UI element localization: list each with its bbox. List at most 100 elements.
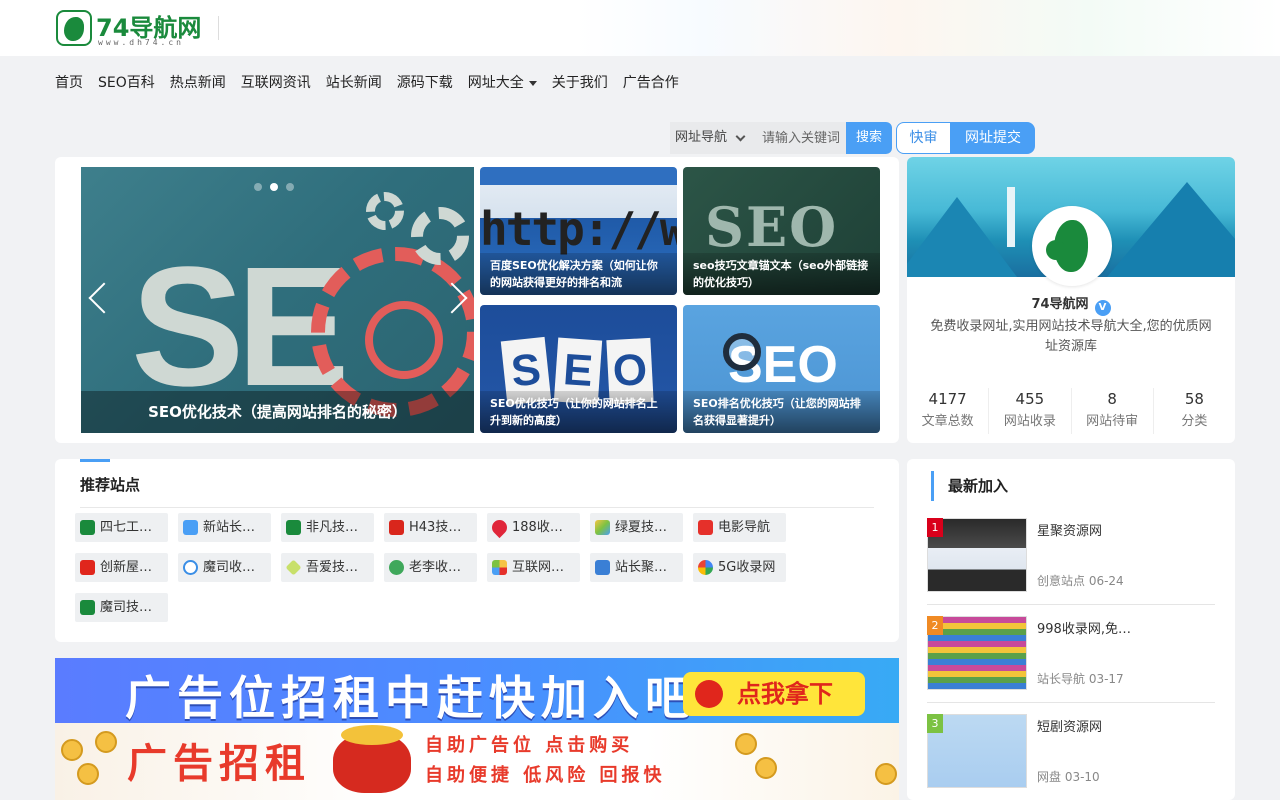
list-item-meta: 创意站点 06-24: [1037, 574, 1124, 588]
site-link[interactable]: 绿夏技…: [590, 513, 683, 542]
coin-icon: [61, 739, 83, 761]
featured-thumb[interactable]: SEO SEO排名优化技巧（让您的网站排名获得显著提升）: [683, 305, 880, 433]
slider-dot-active[interactable]: [270, 183, 278, 191]
list-item[interactable]: 3 短剧资源网 网盘 03-10: [927, 714, 1215, 800]
site-label: 魔司技…: [100, 600, 153, 615]
site-link[interactable]: 魔司收…: [178, 553, 271, 582]
latest-added-card: 最新加入 1 星聚资源网 创意站点 06-24 2 998收录网,免… 站长导航…: [907, 459, 1235, 800]
google-icon: [698, 560, 713, 575]
site-link[interactable]: 站长聚…: [590, 553, 683, 582]
list-item[interactable]: 1 星聚资源网 创意站点 06-24: [927, 518, 1215, 616]
site-link[interactable]: 创新屋…: [75, 553, 168, 582]
stat-value: 58: [1184, 390, 1204, 408]
site-logo[interactable]: 74导航网 www.dh74.cn: [56, 8, 206, 50]
slider-dot[interactable]: [254, 183, 262, 191]
chevron-down-icon: [528, 80, 537, 86]
nav-item-webmaster-news[interactable]: 站长新闻: [326, 70, 382, 96]
site-label: 新站长…: [203, 520, 256, 535]
search-button[interactable]: 搜索: [846, 122, 892, 154]
search-category-select[interactable]: 网址导航: [670, 122, 750, 154]
featured-thumb[interactable]: S E O SEO优化技巧（让你的网站排名上升到新的高度）: [480, 305, 677, 433]
banner-lighthouse: [1007, 187, 1015, 247]
stat-categories: 58 分类: [1154, 388, 1235, 434]
section-title: 推荐站点: [80, 476, 141, 494]
ad-banner-line: 自助广告位 点击购买: [425, 735, 634, 756]
rank-badge: 2: [927, 616, 943, 635]
nav-item-source-download[interactable]: 源码下载: [397, 70, 453, 96]
stat-label: 网站待审: [1086, 414, 1139, 429]
blue-nav-icon: [595, 560, 610, 575]
list-item-meta: 站长导航 03-17: [1037, 672, 1124, 686]
divider: [80, 507, 874, 508]
site-label: 站长聚…: [615, 560, 668, 575]
site-link[interactable]: H43技…: [384, 513, 477, 542]
profile-name: 74导航网 V: [907, 293, 1235, 316]
thumb-caption: SEO排名优化技巧（让您的网站排名获得显著提升）: [683, 391, 880, 433]
nav-item-site-directory[interactable]: 网址大全: [468, 70, 537, 96]
stat-label: 网站收录: [1003, 414, 1056, 429]
coin-icon: [875, 763, 897, 785]
slider-dots: [254, 183, 294, 191]
recommended-sites-card: 推荐站点 四七工… 新站长… 非凡技… H43技… 188收… 绿夏技… 电影导…: [55, 459, 899, 642]
site-label: H43技…: [409, 520, 462, 535]
list-item-title[interactable]: 998收录网,免…: [1037, 618, 1131, 637]
logo-leaf-icon: [56, 10, 92, 46]
featured-thumb[interactable]: SEO seo技巧文章锚文本（seo外部链接的优化技巧）: [683, 167, 880, 295]
circle-arrows-icon: [183, 560, 198, 575]
red-h-icon: [389, 520, 404, 535]
site-link[interactable]: 5G收录网: [693, 553, 786, 582]
search-category-value: 网址导航: [675, 130, 728, 145]
avatar[interactable]: [1032, 206, 1112, 286]
list-item[interactable]: 2 998收录网,免… 站长导航 03-17: [927, 616, 1215, 714]
site-link[interactable]: 新站长…: [178, 513, 271, 542]
nav-item-seo-wiki[interactable]: SEO百科: [98, 70, 155, 96]
nav-item-ads[interactable]: 广告合作: [623, 70, 679, 96]
search-input[interactable]: [750, 122, 846, 154]
site-link[interactable]: 四七工…: [75, 513, 168, 542]
ad-claim-button[interactable]: 点我拿下: [683, 672, 865, 716]
site-link[interactable]: 188收…: [487, 513, 580, 542]
ad-banner-rent[interactable]: 广告位招租中赶快加入吧 点我拿下: [55, 658, 899, 723]
site-link[interactable]: 非凡技…: [281, 513, 374, 542]
site-link[interactable]: 魔司技…: [75, 593, 168, 622]
red-box-icon: [80, 560, 95, 575]
diamond-icon: [285, 559, 302, 576]
list-item-title[interactable]: 短剧资源网: [1037, 716, 1102, 735]
coin-icon: [735, 733, 757, 755]
list-item-title[interactable]: 星聚资源网: [1037, 520, 1102, 539]
coin-icon: [95, 731, 117, 753]
site-link[interactable]: 吾爱技…: [281, 553, 374, 582]
banner-mountain: [1107, 182, 1235, 277]
thumb-caption: 百度SEO优化解决方案（如何让你的网站获得更好的排名和流: [480, 253, 677, 295]
slider-dot[interactable]: [286, 183, 294, 191]
site-link[interactable]: 老李收…: [384, 553, 477, 582]
thumb-http-artwork: http://ww: [480, 202, 677, 256]
site-label: 四七工…: [100, 520, 153, 535]
thumb-seo-artwork: SEO: [705, 195, 839, 259]
rank-badge: 1: [927, 518, 943, 537]
featured-thumb[interactable]: http://ww 百度SEO优化解决方案（如何让你的网站获得更好的排名和流: [480, 167, 677, 295]
slider-caption[interactable]: SEO优化技术（提高网站排名的秘密）: [81, 391, 474, 433]
stat-label: 分类: [1181, 414, 1208, 429]
ad-banner-self-service[interactable]: 广告招租 自助广告位 点击购买 自助便捷 低风险 回报快: [55, 723, 899, 800]
nav-item-hot-news[interactable]: 热点新闻: [170, 70, 226, 96]
play-icon: [698, 520, 713, 535]
profile-name-text: 74导航网: [1031, 297, 1089, 312]
nav-item-internet-news[interactable]: 互联网资讯: [241, 70, 311, 96]
thumb-browser-bar: [480, 167, 677, 185]
slider-main-slide[interactable]: SE SEO优化技术（提高网站排名的秘密）: [81, 167, 474, 433]
nav-item-home[interactable]: 首页: [55, 70, 83, 96]
site-link[interactable]: 电影导航: [693, 513, 786, 542]
search-bar: 网址导航 搜索: [670, 122, 892, 154]
fast-review-button[interactable]: 快审: [896, 122, 951, 154]
submit-site-button[interactable]: 网址提交: [951, 122, 1035, 154]
stat-value: 8: [1107, 390, 1117, 408]
nav-item-about[interactable]: 关于我们: [552, 70, 608, 96]
heart-icon: [488, 516, 511, 539]
chevron-left-icon[interactable]: [88, 282, 120, 314]
gear-icon: [411, 207, 469, 265]
green-leaf-icon: [286, 520, 301, 535]
list-item-meta: 网盘 03-10: [1037, 770, 1100, 784]
site-link[interactable]: 互联网…: [487, 553, 580, 582]
blue-square-icon: [183, 520, 198, 535]
